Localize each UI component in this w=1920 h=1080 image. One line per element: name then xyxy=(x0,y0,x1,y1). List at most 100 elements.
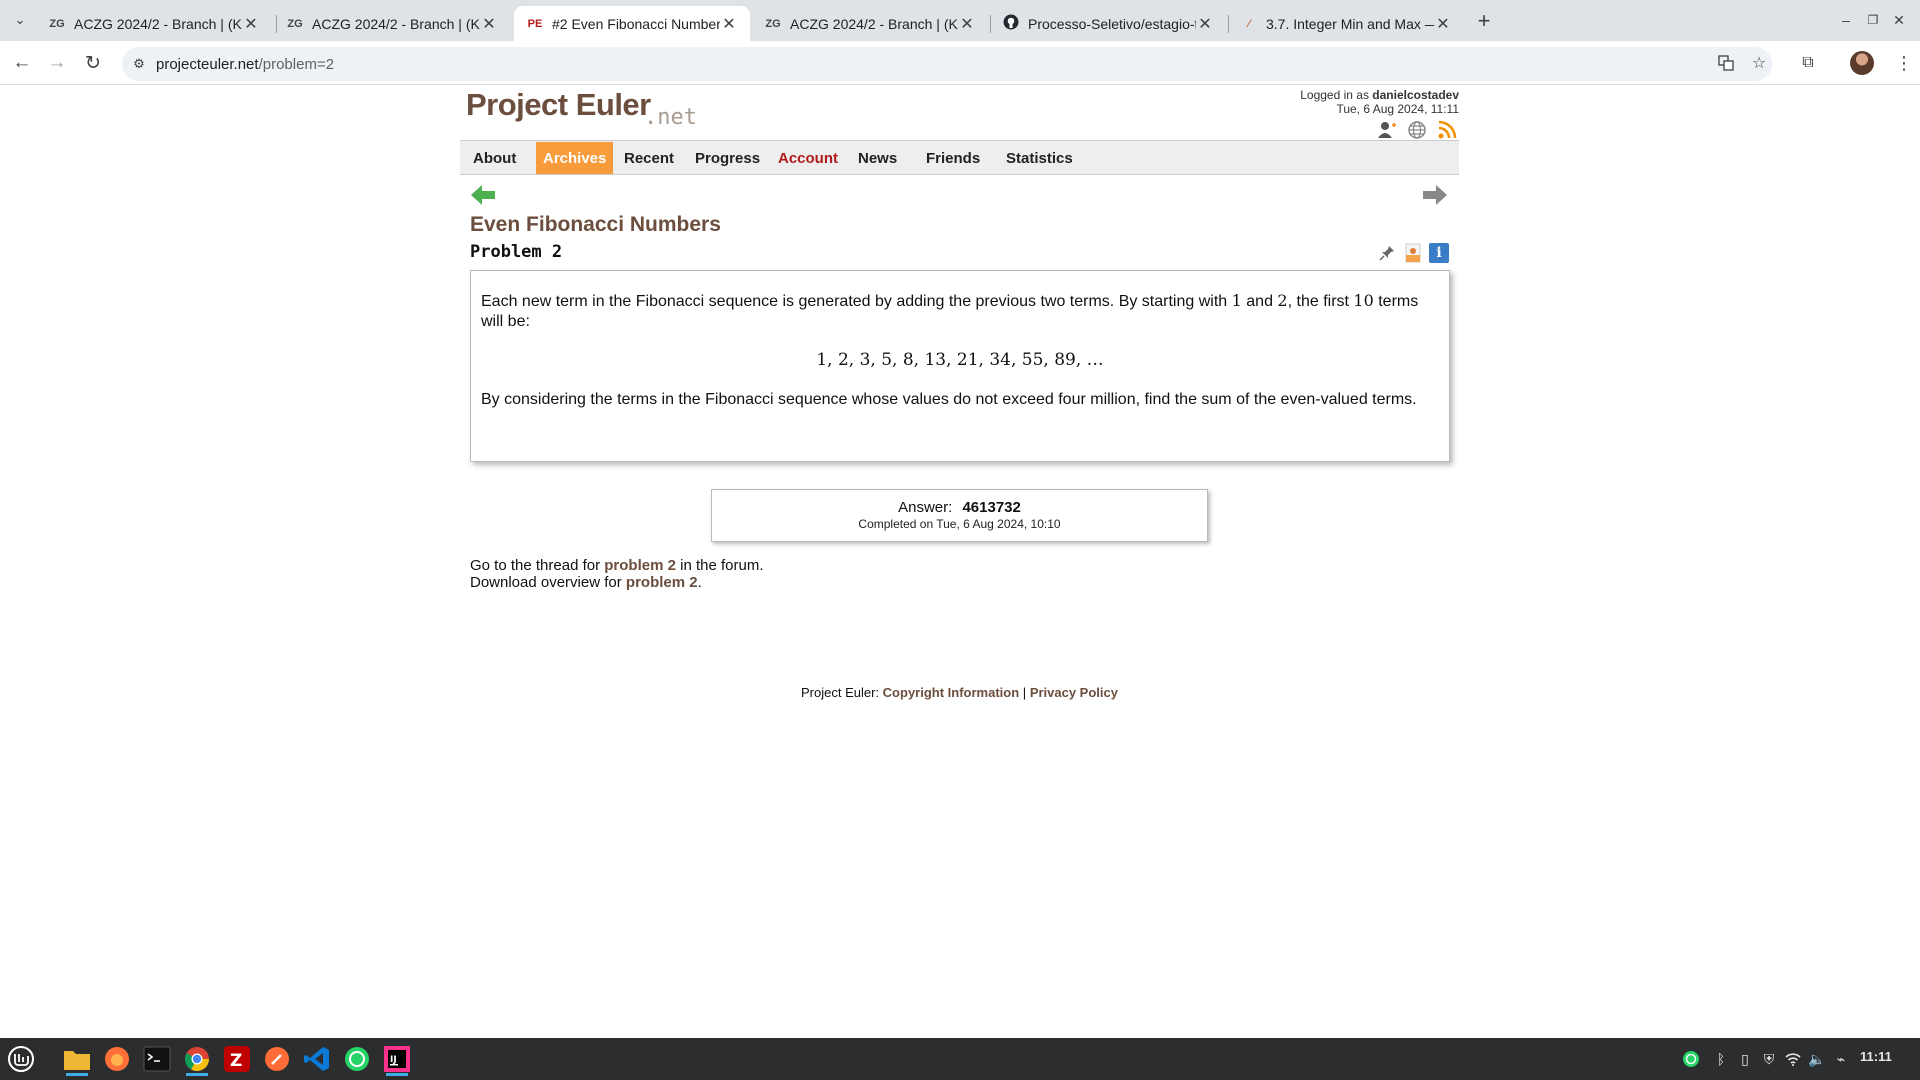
vscode-icon[interactable] xyxy=(300,1042,334,1076)
browser-tab[interactable]: Processo-Seletivo/estagio-ta ✕ xyxy=(990,6,1226,41)
browser-tab[interactable]: ZG ACZG 2024/2 - Branch | (K0-T ✕ xyxy=(36,6,272,41)
shield-icon[interactable]: ⛨ xyxy=(1758,1048,1780,1070)
nav-statistics[interactable]: Statistics xyxy=(999,142,1080,174)
problem-paragraph: By considering the terms in the Fibonacc… xyxy=(481,391,1417,408)
tab-favicon: ZG xyxy=(765,17,781,30)
problem-paragraph: Each new term in the Fibonacci sequence … xyxy=(481,291,1419,330)
svg-text:Z: Z xyxy=(230,1051,242,1071)
tab-title: 3.7. Integer Min and Max — A xyxy=(1266,15,1434,32)
tab-title: ACZG 2024/2 - Branch | (K0-T xyxy=(312,15,480,32)
tab-title: ACZG 2024/2 - Branch | (K0-T xyxy=(790,15,958,32)
extensions-icon[interactable]: ⧉ xyxy=(1794,49,1822,77)
info-icon[interactable]: i xyxy=(1429,243,1449,263)
browser-tab-active[interactable]: PE #2 Even Fibonacci Numbers ✕ xyxy=(514,6,750,41)
current-datetime: Tue, 6 Aug 2024, 11:11 xyxy=(1336,102,1459,116)
forward-arrow-icon[interactable]: → xyxy=(43,49,71,77)
problem-number: Problem 2 xyxy=(470,242,563,262)
github-icon xyxy=(1002,14,1020,33)
os-taskbar: Z IJ ᛒ ▯ ⛨ 🔈 ⌁ 11:11 xyxy=(0,1038,1920,1080)
close-tab-icon[interactable]: ✕ xyxy=(720,14,738,34)
rss-feed-icon[interactable] xyxy=(1435,119,1459,141)
files-icon[interactable] xyxy=(60,1042,94,1076)
volume-icon[interactable]: 🔈 xyxy=(1806,1048,1828,1070)
site-logo[interactable]: Project Euler xyxy=(466,87,651,123)
bookmark-badge-icon[interactable] xyxy=(1403,243,1423,263)
main-nav: About Archives Recent Progress Account N… xyxy=(460,140,1459,175)
login-prefix: Logged in as xyxy=(1300,88,1369,102)
login-info: Logged in as danielcostadev Tue, 6 Aug 2… xyxy=(1300,88,1459,116)
chrome-icon[interactable] xyxy=(180,1042,214,1076)
browser-menu-icon[interactable]: ⋮ xyxy=(1890,49,1918,77)
next-problem-arrow-icon[interactable] xyxy=(1422,183,1448,211)
site-logo-suffix: .net xyxy=(644,105,697,130)
power-plug-icon[interactable]: ⌁ xyxy=(1830,1048,1852,1070)
fibonacci-sequence: 1, 2, 3, 5, 8, 13, 21, 34, 55, 89, … xyxy=(816,350,1104,370)
tab-title: #2 Even Fibonacci Numbers xyxy=(552,15,720,32)
browser-tab-strip: ⌄ ZG ACZG 2024/2 - Branch | (K0-T ✕ ZG A… xyxy=(0,0,1920,41)
overview-download-link[interactable]: problem 2 xyxy=(626,574,698,591)
nav-about[interactable]: About xyxy=(466,142,523,174)
math-number: 2 xyxy=(1277,291,1288,310)
postman-icon[interactable] xyxy=(260,1042,294,1076)
copyright-link[interactable]: Copyright Information xyxy=(883,685,1020,700)
add-friend-icon[interactable] xyxy=(1375,119,1399,141)
close-tab-icon[interactable]: ✕ xyxy=(242,14,260,34)
bookmark-star-icon[interactable]: ☆ xyxy=(1745,49,1773,77)
terminal-icon[interactable] xyxy=(140,1042,174,1076)
nav-friends[interactable]: Friends xyxy=(919,142,987,174)
wifi-icon[interactable] xyxy=(1782,1048,1804,1070)
previous-problem-arrow-icon[interactable] xyxy=(470,183,496,211)
reload-icon[interactable]: ↻ xyxy=(79,49,107,77)
forum-links: Go to the thread for problem 2 in the fo… xyxy=(470,557,764,591)
nav-archives[interactable]: Archives xyxy=(536,142,614,174)
language-globe-icon[interactable] xyxy=(1405,119,1429,141)
mint-menu-icon[interactable] xyxy=(4,1042,38,1076)
back-arrow-icon[interactable]: ← xyxy=(8,49,36,77)
address-bar[interactable]: ⚙ projecteuler.net/problem=2 xyxy=(122,47,1772,81)
problem-title: Even Fibonacci Numbers xyxy=(470,213,721,236)
intellij-icon[interactable]: IJ xyxy=(380,1042,414,1076)
nav-news[interactable]: News xyxy=(851,142,904,174)
browser-tab[interactable]: ZG ACZG 2024/2 - Branch | (K0-T ✕ xyxy=(752,6,988,41)
math-number: 10 xyxy=(1353,291,1374,310)
username: danielcostadev xyxy=(1372,88,1459,102)
whatsapp-tray-icon[interactable] xyxy=(1680,1048,1702,1070)
bluetooth-icon[interactable]: ᛒ xyxy=(1710,1048,1732,1070)
browser-toolbar: ← → ↻ ⚙ projecteuler.net/problem=2 ☆ ⧉ ⋮ xyxy=(0,41,1920,85)
answer-box: Answer: 4613732 Completed on Tue, 6 Aug … xyxy=(711,489,1208,542)
new-tab-icon[interactable]: + xyxy=(1470,7,1498,35)
nav-account[interactable]: Account xyxy=(771,142,845,174)
site-info-icon[interactable]: ⚙ xyxy=(122,56,156,72)
forum-thread-link[interactable]: problem 2 xyxy=(604,557,676,574)
doc-icon: ⁄ xyxy=(1248,17,1250,30)
svg-text:IJ: IJ xyxy=(390,1055,397,1065)
tab-title: ACZG 2024/2 - Branch | (K0-T xyxy=(74,15,242,32)
taskbar-clock[interactable]: 11:11 xyxy=(1860,1049,1892,1064)
url-text[interactable]: projecteuler.net/problem=2 xyxy=(156,56,334,73)
nav-recent[interactable]: Recent xyxy=(617,142,681,174)
whatsapp-icon[interactable] xyxy=(340,1042,374,1076)
close-tab-icon[interactable]: ✕ xyxy=(958,14,976,34)
profile-avatar[interactable] xyxy=(1850,51,1874,75)
browser-tab[interactable]: ZG ACZG 2024/2 - Branch | (K0-T ✕ xyxy=(274,6,510,41)
firefox-icon[interactable] xyxy=(100,1042,134,1076)
restore-icon[interactable]: ❐ xyxy=(1860,8,1886,32)
nav-progress[interactable]: Progress xyxy=(688,142,767,174)
answer-value: 4613732 xyxy=(962,499,1021,516)
close-tab-icon[interactable]: ✕ xyxy=(1196,14,1214,34)
close-tab-icon[interactable]: ✕ xyxy=(1434,14,1452,34)
filezilla-icon[interactable]: Z xyxy=(220,1042,254,1076)
tab-favicon: ZG xyxy=(287,17,303,30)
clipboard-icon[interactable]: ▯ xyxy=(1734,1048,1756,1070)
privacy-policy-link[interactable]: Privacy Policy xyxy=(1030,685,1118,700)
close-window-icon[interactable]: ✕ xyxy=(1886,8,1912,32)
pin-icon[interactable] xyxy=(1377,243,1397,263)
minimize-icon[interactable]: – xyxy=(1833,8,1859,32)
completion-date: Completed on Tue, 6 Aug 2024, 10:10 xyxy=(858,517,1061,531)
tab-search-chevron-icon[interactable]: ⌄ xyxy=(8,8,32,32)
translate-icon[interactable] xyxy=(1712,49,1740,77)
close-tab-icon[interactable]: ✕ xyxy=(480,14,498,34)
tab-favicon: ZG xyxy=(49,17,65,30)
account-icons xyxy=(1375,119,1459,141)
browser-tab[interactable]: ⁄ 3.7. Integer Min and Max — A ✕ xyxy=(1228,6,1464,41)
